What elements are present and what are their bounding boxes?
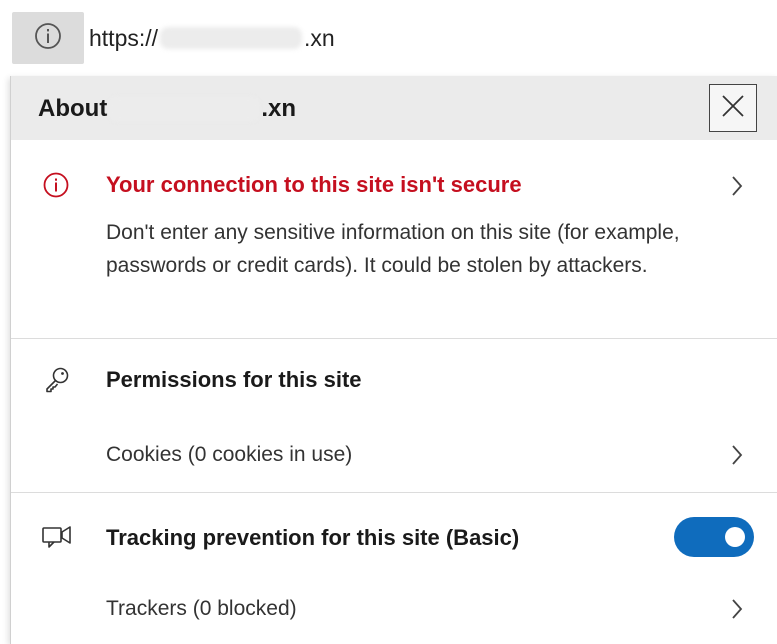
tracking-section: Tracking prevention for this site (Basic… [11,493,777,644]
connection-description: Don't enter any sensitive information on… [106,221,680,277]
cookies-chevron-icon[interactable] [725,441,749,469]
site-info-button[interactable] [12,12,84,64]
trackers-label: Trackers (0 blocked) [106,597,297,620]
url-tld: .xn [304,24,335,51]
close-button[interactable] [709,84,757,132]
key-icon [42,364,72,394]
cookies-label: Cookies (0 cookies in use) [106,443,353,466]
tracking-toggle[interactable] [674,517,754,557]
info-icon [33,21,63,56]
flyout-header: About .xn [11,76,777,140]
toggle-knob [725,527,745,547]
site-info-flyout: About .xn Your connection to this site i… [10,76,777,644]
flyout-title-suffix: .xn [261,94,296,122]
flyout-title: About .xn [38,92,296,125]
cookies-row[interactable]: Cookies (0 cookies in use) [11,427,777,483]
tracking-icon [40,523,74,553]
trackers-row[interactable]: Trackers (0 blocked) [11,581,777,637]
url-scheme: https:// [89,24,159,51]
trackers-chevron-icon[interactable] [725,595,749,623]
connection-chevron-icon[interactable] [725,172,749,200]
connection-section[interactable]: Your connection to this site isn't secur… [11,140,777,338]
url-redacted [160,26,303,49]
site-name-redacted [109,96,260,121]
permissions-section: Permissions for this site Cookies (0 coo… [11,339,777,492]
permissions-title: Permissions for this site [106,367,362,392]
url-display[interactable]: https:// .xn [89,22,335,52]
connection-title: Your connection to this site isn't secur… [106,172,522,197]
flyout-title-prefix: About [38,94,108,122]
tracking-title: Tracking prevention for this site (Basic… [106,525,520,550]
warning-info-icon [41,170,71,200]
browser-window: https:// .xn About .xn Your connection to… [0,0,777,644]
close-icon [720,93,746,124]
address-bar: https:// .xn [0,0,777,67]
